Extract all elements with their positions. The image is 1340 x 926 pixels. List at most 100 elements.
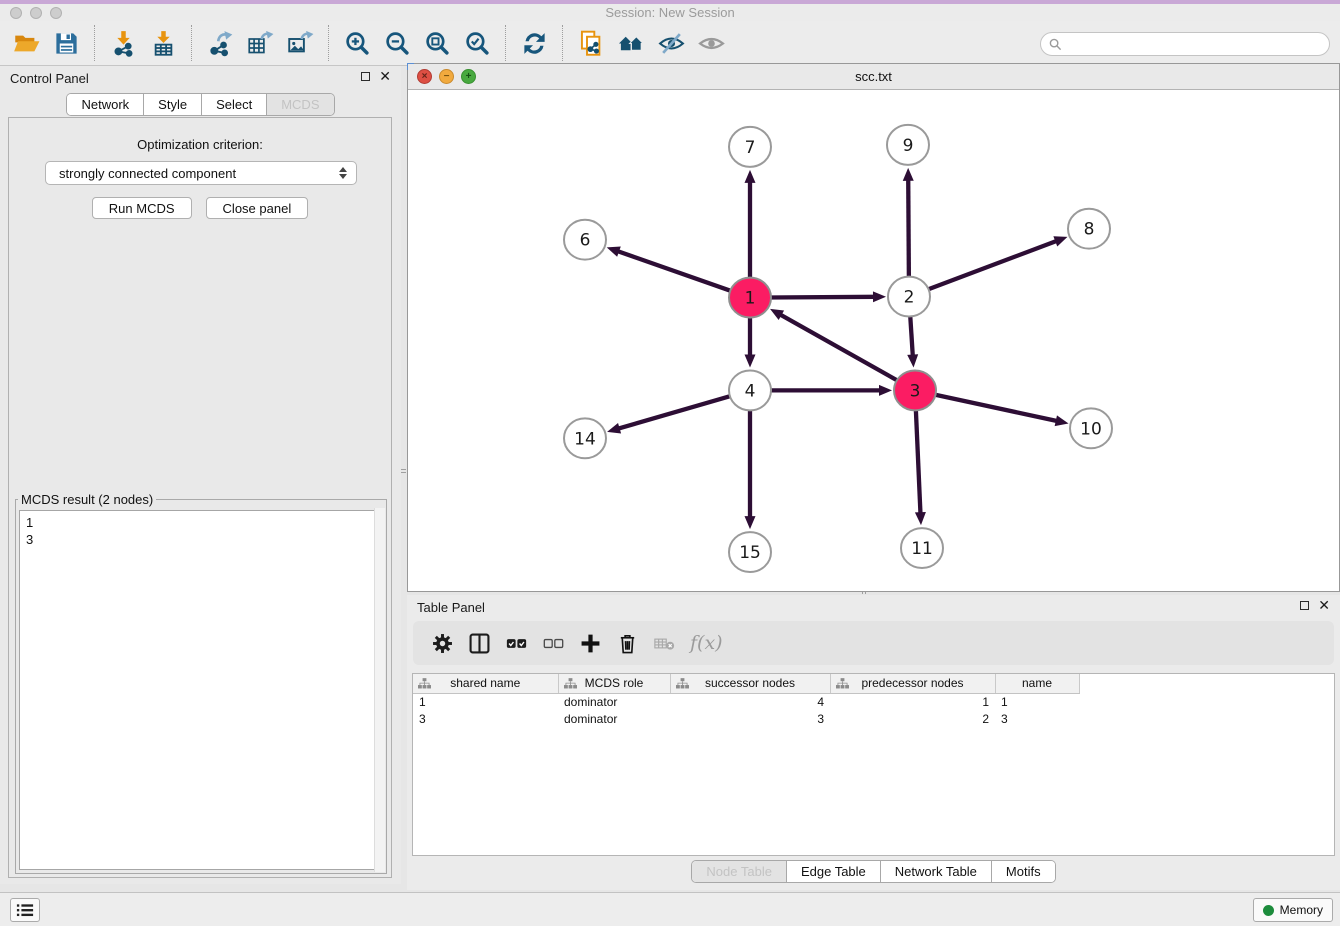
split-columns-icon[interactable] [464,628,494,658]
open-session-icon[interactable] [6,25,46,61]
network-view-window: × − + scc.txt 7 9 6 8 1 2 4 3 14 10 15 11 [407,63,1340,592]
table-cell[interactable]: 4 [670,693,830,710]
zoom-out-icon[interactable] [377,25,417,61]
graph-node-3[interactable]: 3 [894,370,936,410]
table-cell[interactable]: 2 [830,710,995,727]
network-canvas[interactable]: 7 9 6 8 1 2 4 3 14 10 15 11 [408,91,1339,591]
table-cell-filler [1079,693,1334,710]
mcds-result-text[interactable]: 13 [19,510,383,870]
first-neighbors-icon[interactable] [611,25,651,61]
graph-edge-2-8[interactable] [927,240,1058,290]
graph-edge-1-2[interactable] [769,297,876,298]
graph-edge-3-1[interactable] [779,314,899,381]
column-header-shared-name[interactable]: shared name [413,674,558,693]
graph-node-label: 4 [745,381,756,401]
graph-node-7[interactable]: 7 [729,127,771,167]
export-table-icon[interactable] [240,25,280,61]
import-network-icon[interactable] [103,25,143,61]
window-title: Session: New Session [0,5,1340,20]
refresh-view-icon[interactable] [514,25,554,61]
duplicate-network-icon[interactable] [571,25,611,61]
table-cell[interactable]: dominator [558,710,670,727]
graph-node-6[interactable]: 6 [564,220,606,260]
graph-edge-2-9[interactable] [908,178,909,278]
run-mcds-button[interactable]: Run MCDS [92,197,192,219]
criterion-dropdown[interactable]: strongly connected component [45,161,357,185]
tab-network[interactable]: Network [67,94,144,115]
graph-edge-3-10[interactable] [934,394,1059,421]
table-body: 1dominator4113dominator323 [413,693,1334,727]
graph-edge-2-3[interactable] [910,316,913,358]
float-panel-icon[interactable] [361,72,370,81]
graph-node-9[interactable]: 9 [887,125,929,165]
graph-node-14[interactable]: 14 [564,418,606,458]
table-cell[interactable]: 1 [413,693,558,710]
table-row[interactable]: 1dominator411 [413,693,1334,710]
search-input[interactable] [1067,34,1329,54]
graph-edge-1-6[interactable] [616,251,732,292]
graph-node-15[interactable]: 15 [729,532,771,572]
table-cell[interactable]: dominator [558,693,670,710]
save-session-icon[interactable] [46,25,86,61]
search-box[interactable] [1040,32,1330,56]
table-settings-icon[interactable] [427,628,457,658]
graph-node-2[interactable]: 2 [888,277,930,317]
close-panel-icon[interactable]: ✕ [379,70,391,82]
add-column-icon[interactable] [575,628,605,658]
tab-node-table[interactable]: Node Table [692,861,787,882]
tab-motifs[interactable]: Motifs [992,861,1055,882]
task-history-button[interactable] [10,898,40,922]
close-panel-button[interactable]: Close panel [206,197,309,219]
tab-edge-table[interactable]: Edge Table [787,861,881,882]
mcds-result-box: MCDS result (2 nodes) 13 [15,492,387,874]
table-cell[interactable]: 1 [830,693,995,710]
delete-column-icon[interactable] [612,628,642,658]
close-table-panel-icon[interactable]: ✕ [1318,599,1330,611]
graph-node-label: 9 [903,136,914,156]
mcds-result-title: MCDS result (2 nodes) [18,492,156,507]
graph-node-11[interactable]: 11 [901,528,943,568]
graph-edge-4-14[interactable] [617,396,732,429]
graph-edge-3-11[interactable] [916,409,921,515]
table-row[interactable]: 3dominator323 [413,710,1334,727]
column-header-predecessor-nodes[interactable]: predecessor nodes [830,674,995,693]
table-cell[interactable]: 3 [995,710,1079,727]
criterion-dropdown-value: strongly connected component [59,166,336,181]
graph-node-8[interactable]: 8 [1068,209,1110,249]
deselect-all-rows-icon[interactable] [538,628,568,658]
graph-node-10[interactable]: 10 [1070,408,1112,448]
export-image-icon[interactable] [280,25,320,61]
network-window-titlebar: × − + scc.txt [408,64,1339,90]
vertical-splitter-handle[interactable] [401,462,406,480]
zoom-selected-icon[interactable] [457,25,497,61]
graph-edge-arrowhead [745,516,756,529]
table-cell[interactable]: 1 [995,693,1079,710]
show-all-icon[interactable] [691,25,731,61]
tab-select[interactable]: Select [202,94,267,115]
titlebar: Session: New Session [0,4,1340,21]
tab-mcds[interactable]: MCDS [267,94,333,115]
graph-edge-arrowhead [915,512,926,525]
zoom-in-icon[interactable] [337,25,377,61]
graph-edge-arrowhead [903,168,914,181]
tab-network-table[interactable]: Network Table [881,861,992,882]
select-all-rows-icon[interactable] [501,628,531,658]
column-header-name[interactable]: name [995,674,1079,693]
list-icon [16,903,34,917]
column-header-successor-nodes[interactable]: successor nodes [670,674,830,693]
graph-node-4[interactable]: 4 [729,370,771,410]
table-cell[interactable]: 3 [413,710,558,727]
column-header-MCDS-role[interactable]: MCDS role [558,674,670,693]
graph-edge-arrowhead [607,246,621,256]
tab-style[interactable]: Style [144,94,202,115]
export-network-icon[interactable] [200,25,240,61]
graph-edge-arrowhead [907,354,918,367]
hide-selected-icon[interactable] [651,25,691,61]
table-cell[interactable]: 3 [670,710,830,727]
zoom-fit-icon[interactable] [417,25,457,61]
float-table-panel-icon[interactable] [1300,601,1309,610]
graph-node-1[interactable]: 1 [729,278,771,318]
memory-button[interactable]: Memory [1253,898,1333,922]
import-table-icon[interactable] [143,25,183,61]
result-scrollbar[interactable] [374,508,385,872]
